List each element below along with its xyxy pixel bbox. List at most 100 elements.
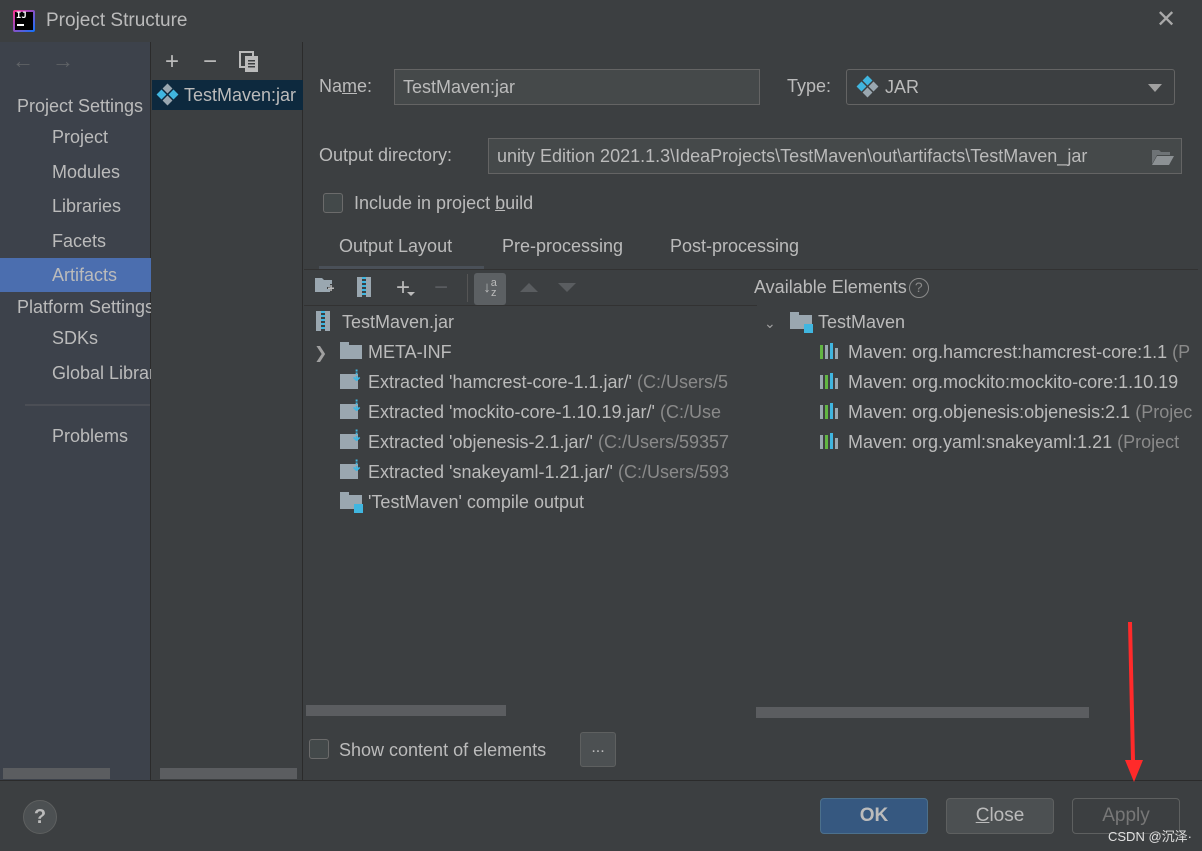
add-dropdown-icon[interactable]: +	[391, 276, 415, 300]
output-directory-input[interactable]: unity Edition 2021.1.3\IdeaProjects\Test…	[488, 138, 1182, 174]
tree-row-detail: (C:/Use	[660, 402, 722, 422]
module-folder-icon	[790, 312, 813, 334]
type-dropdown[interactable]: JAR	[846, 69, 1175, 105]
sidebar-item-problems[interactable]: Problems	[0, 419, 151, 453]
tree-row-extracted[interactable]: ⇣ Extracted 'objenesis-2.1.jar/' (C:/User…	[340, 427, 729, 457]
available-tree-row-library[interactable]: Maven: org.objenesis:objenesis:2.1 (Proj…	[820, 397, 1192, 427]
remove-icon[interactable]: −	[429, 276, 453, 300]
library-icon	[820, 373, 842, 390]
tree-row-detail: (Project	[1117, 432, 1180, 452]
sidebar-scrollbar[interactable]	[3, 768, 110, 779]
tree-row-label: TestMaven.jar	[342, 312, 455, 332]
platform-settings-heading: Platform Settings	[17, 297, 151, 317]
module-folder-icon	[340, 492, 363, 514]
tree-row-label: Maven: org.mockito:mockito-core:1.10.19	[848, 372, 1179, 392]
arrow-right-icon[interactable]: →	[52, 48, 74, 74]
available-tree-row-library[interactable]: Maven: org.yaml:snakeyaml:1.21 (Project	[820, 427, 1179, 457]
chevron-down-icon	[1148, 84, 1162, 92]
tree-row-detail: (Projec	[1135, 402, 1193, 422]
folder-icon	[340, 342, 362, 360]
csdn-watermark: CSDN @沉泽·	[1108, 829, 1192, 844]
output-directory-value: unity Edition 2021.1.3\IdeaProjects\Test…	[497, 146, 1088, 166]
available-elements-title: Available Elements?	[754, 277, 929, 299]
tree-row-jar[interactable]: TestMaven.jar	[316, 307, 454, 337]
minus-icon[interactable]: −	[198, 50, 222, 74]
sidebar-item-facets[interactable]: Facets	[0, 224, 151, 258]
library-icon	[820, 403, 842, 420]
tree-row-compile-output[interactable]: 'TestMaven' compile output	[340, 487, 584, 517]
sidebar-item-artifacts[interactable]: Artifacts	[0, 258, 151, 292]
available-tree-row-library[interactable]: Maven: org.mockito:mockito-core:1.10.19	[820, 367, 1178, 397]
tab-output-layout[interactable]: Output Layout	[339, 236, 452, 257]
available-tree-row-module[interactable]: ⌄ TestMaven	[764, 307, 905, 337]
library-icon	[820, 343, 842, 360]
tree-row-label: 'TestMaven' compile output	[368, 492, 584, 512]
available-tree-row-library[interactable]: Maven: org.hamcrest:hamcrest-core:1.1 (P	[820, 337, 1190, 367]
tab-pre-processing[interactable]: Pre-processing	[502, 236, 623, 257]
archive-icon[interactable]	[352, 276, 376, 300]
chevron-right-icon[interactable]: ❯	[314, 339, 340, 369]
tab-post-processing[interactable]: Post-processing	[670, 236, 799, 257]
extracted-icon: ⇣	[340, 368, 363, 390]
artifacts-list-scrollbar[interactable]	[160, 768, 297, 779]
sidebar-item-project[interactable]: Project	[0, 120, 151, 154]
tree-row-label: Extracted 'snakeyaml-1.21.jar/'	[368, 462, 613, 482]
tree-row-label: Maven: org.objenesis:objenesis:2.1	[848, 402, 1131, 422]
tree-row-meta-inf[interactable]: ❯ META-INF	[314, 337, 452, 367]
layout-toolbar-divider	[304, 305, 757, 306]
sidebar-item-global-libraries[interactable]: Global Libraries	[0, 356, 151, 390]
tree-row-extracted[interactable]: ⇣ Extracted 'snakeyaml-1.21.jar/' (C:/Use…	[340, 457, 729, 487]
help-button[interactable]: ?	[23, 800, 57, 834]
ok-button[interactable]: OK	[820, 798, 928, 834]
title-bar: IJ Project Structure ✕	[0, 0, 1202, 42]
new-folder-icon[interactable]	[313, 276, 337, 300]
sidebar-item-libraries[interactable]: Libraries	[0, 189, 151, 223]
include-in-build-label: Include in project build	[354, 193, 534, 213]
tree-row-detail: (P	[1172, 342, 1191, 362]
help-circle-icon[interactable]: ?	[908, 278, 929, 299]
output-layout-h-scrollbar[interactable]	[306, 705, 506, 716]
tree-row-label: Extracted 'mockito-core-1.10.19.jar/'	[368, 402, 655, 422]
artifacts-list-panel: + − TestMaven:jar	[152, 42, 303, 780]
settings-sidebar: ← → Project Settings Project Modules Lib…	[0, 42, 151, 780]
chevron-down-icon[interactable]: ⌄	[764, 308, 790, 338]
tree-row-label: Extracted 'objenesis-2.1.jar/'	[368, 432, 593, 452]
available-elements-h-scrollbar[interactable]	[756, 707, 1089, 718]
artifact-list-item[interactable]: TestMaven:jar	[152, 80, 303, 110]
arrow-left-icon[interactable]: ←	[12, 48, 34, 74]
tree-row-detail: (C:/Users/59357	[598, 432, 730, 452]
sidebar-divider	[25, 404, 150, 406]
name-input[interactable]: TestMaven:jar	[394, 69, 760, 105]
move-up-icon[interactable]	[520, 283, 538, 292]
move-down-icon[interactable]	[558, 283, 576, 292]
tree-row-extracted[interactable]: ⇣ Extracted 'hamcrest-core-1.1.jar/' (C:/…	[340, 367, 728, 397]
type-label: Type:	[787, 76, 832, 96]
right-edge	[1198, 42, 1202, 780]
tree-row-label: META-INF	[368, 342, 452, 362]
browse-folder-icon[interactable]	[1151, 148, 1175, 171]
tree-row-extracted[interactable]: ⇣ Extracted 'mockito-core-1.10.19.jar/' (…	[340, 397, 721, 427]
extracted-icon: ⇣	[340, 458, 363, 480]
show-content-label: Show content of elements	[339, 740, 547, 760]
jar-type-diamond-icon	[856, 75, 879, 98]
close-button[interactable]: Close	[946, 798, 1054, 834]
plus-icon[interactable]: +	[160, 50, 184, 74]
project-settings-heading: Project Settings	[17, 96, 144, 116]
tabs-divider	[304, 269, 1202, 270]
tree-row-detail: (C:/Users/593	[618, 462, 730, 482]
jar-icon	[316, 311, 330, 332]
show-content-checkbox[interactable]	[309, 739, 329, 759]
tree-row-label: Extracted 'hamcrest-core-1.1.jar/'	[368, 372, 632, 392]
more-options-button[interactable]: ...	[580, 732, 616, 767]
type-value: JAR	[885, 77, 920, 97]
copy-icon[interactable]	[237, 50, 261, 74]
sidebar-item-sdks[interactable]: SDKs	[0, 321, 151, 355]
intellij-logo-icon: IJ	[13, 10, 35, 32]
name-label: Name:	[319, 76, 373, 96]
sort-az-icon[interactable]: ↓a z	[474, 273, 506, 305]
include-in-build-checkbox[interactable]	[323, 193, 343, 213]
close-x-icon[interactable]: ✕	[1152, 6, 1180, 34]
artifact-item-label: TestMaven:jar	[184, 85, 297, 105]
tree-row-label: TestMaven	[818, 312, 906, 332]
sidebar-item-modules[interactable]: Modules	[0, 155, 151, 189]
